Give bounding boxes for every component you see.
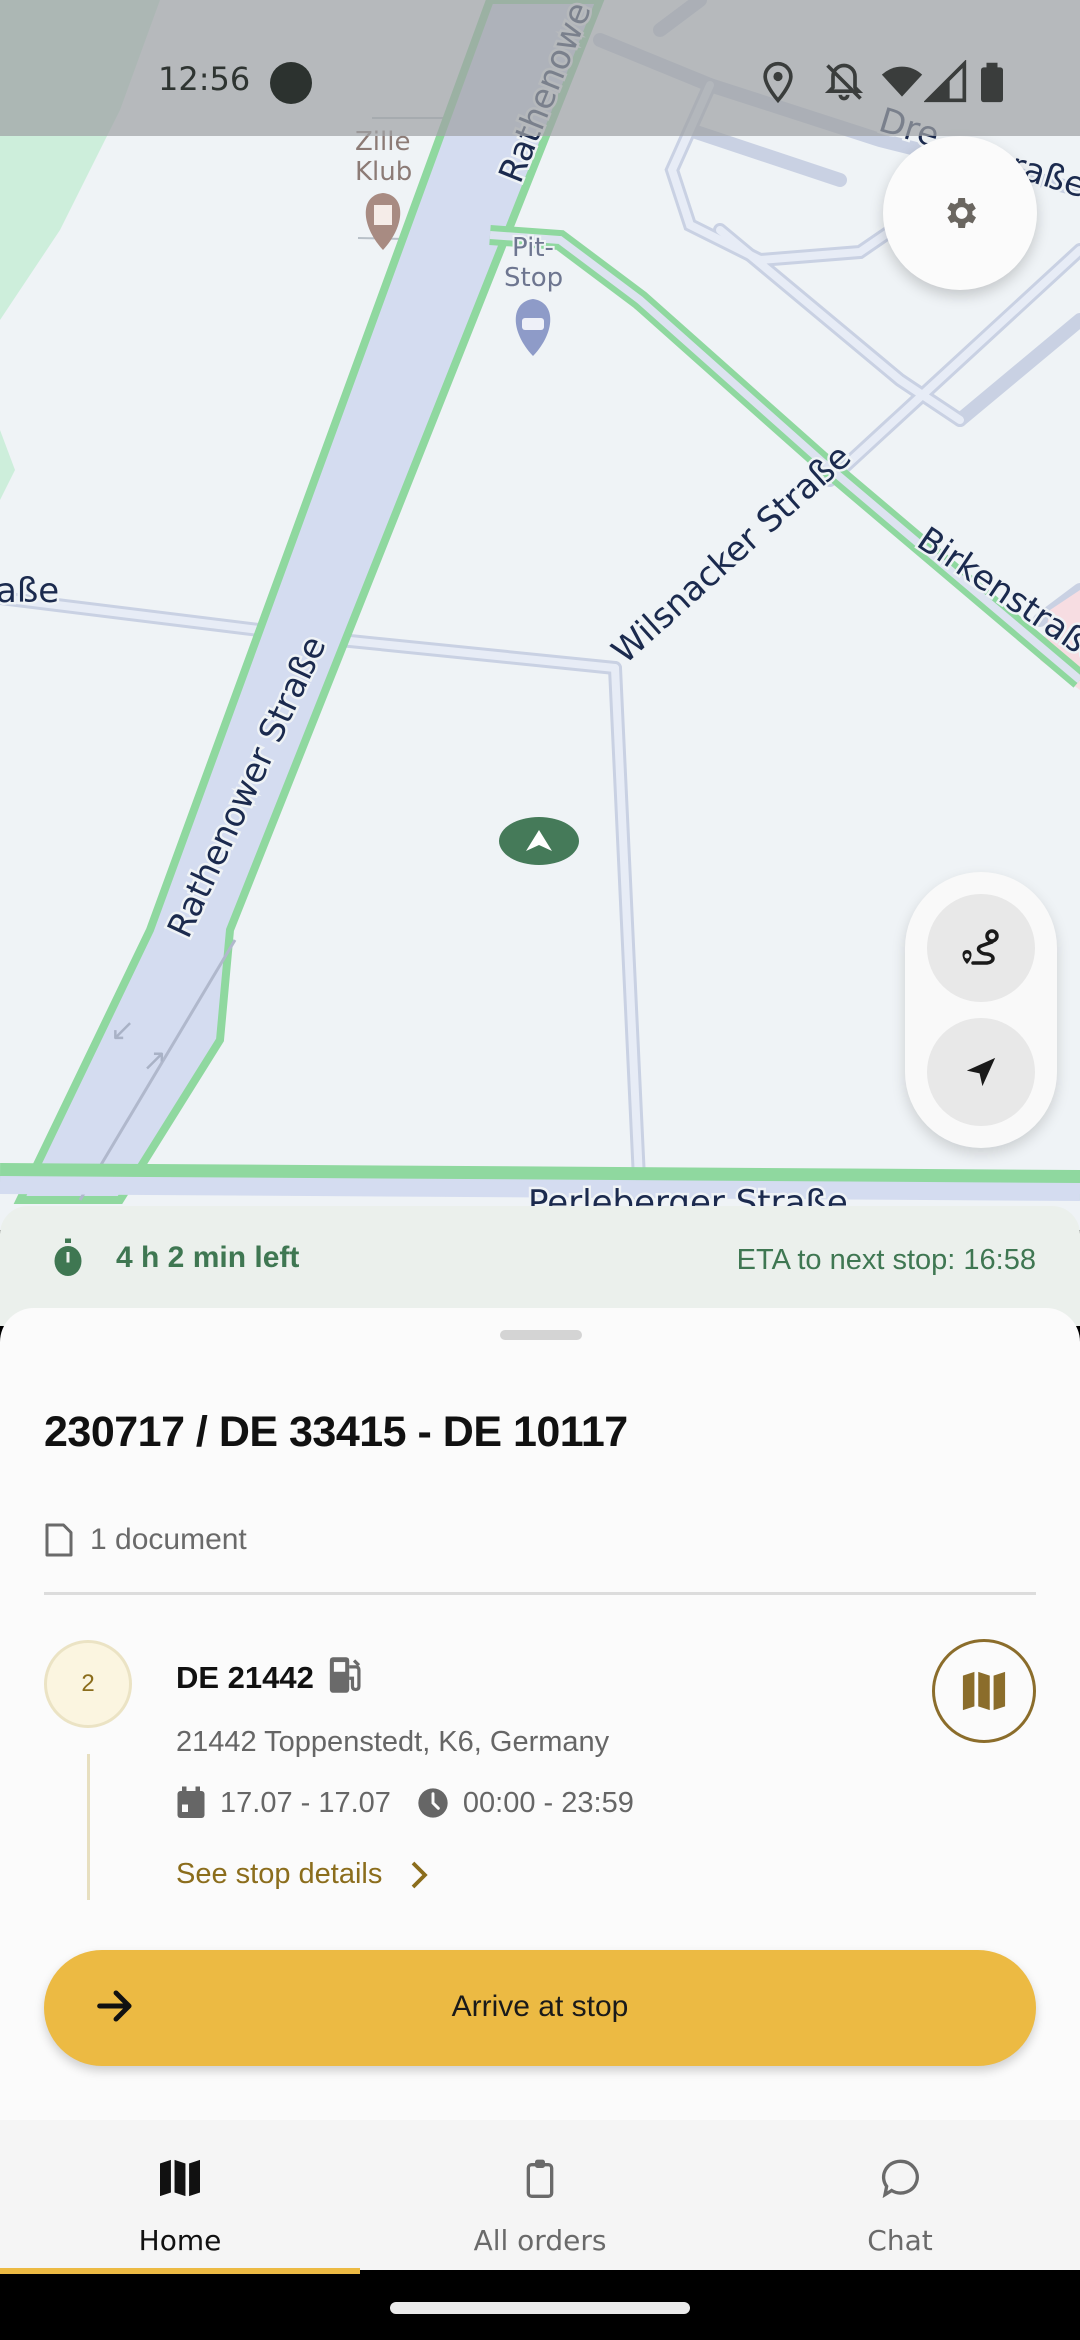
- open-in-map-button[interactable]: [932, 1639, 1036, 1743]
- chat-bubble-icon: [881, 2159, 919, 2198]
- see-stop-details-label: See stop details: [176, 1858, 383, 1890]
- home-gesture-bar[interactable]: [390, 2302, 690, 2314]
- document-icon: [45, 1523, 73, 1557]
- route-overview-button[interactable]: [927, 894, 1035, 1002]
- svg-text:Klub: Klub: [355, 157, 412, 187]
- map-icon: [962, 1671, 1006, 1711]
- eta-next-stop-label: ETA to next stop: 16:58: [736, 1244, 1036, 1276]
- chevron-right-icon: [412, 1861, 429, 1888]
- stop-time-window: 17.07 - 17.07 00:00 - 23:59: [176, 1786, 660, 1820]
- nav-tab-chat-label: Chat: [867, 2224, 933, 2257]
- stop-name: DE 21442: [176, 1660, 314, 1695]
- wifi-icon: [881, 66, 923, 97]
- status-bar: 12:56: [0, 0, 1080, 136]
- order-title: 230717 / DE 33415 - DE 10117: [44, 1408, 628, 1456]
- fuel-pump-icon: [329, 1657, 361, 1693]
- time-left-label: 4 h 2 min left: [116, 1241, 300, 1274]
- documents-label: 1 document: [90, 1523, 247, 1556]
- label-wilsnacker: Wilsnacker Straße: [604, 437, 859, 672]
- navigation-arrow-icon: [966, 1057, 996, 1087]
- documents-link[interactable]: 1 document: [44, 1522, 247, 1558]
- location-icon: [763, 61, 793, 104]
- arrive-at-stop-label: Arrive at stop: [451, 1990, 629, 2023]
- stop-date-range: 17.07 - 17.07: [220, 1786, 391, 1819]
- bottom-navigation: Home All orders Chat: [0, 2120, 1080, 2270]
- camera-cutout: [270, 62, 312, 104]
- stop-address: 21442 Toppenstedt, K6, Germany: [176, 1726, 610, 1758]
- stop-time-range: 00:00 - 23:59: [462, 1786, 634, 1819]
- battery-icon: [981, 62, 1003, 103]
- nav-tab-home-label: Home: [138, 2224, 222, 2257]
- order-bottom-sheet: 230717 / DE 33415 - DE 10117 1 document …: [0, 1308, 1080, 2120]
- birkenstrasse-road: [489, 225, 1080, 688]
- lane-arrow-up: ↗: [142, 1044, 167, 1077]
- map-view[interactable]: ↙ ↗ Rathenowe Rathenower Straße Wilsnack…: [0, 0, 1080, 1230]
- clock-icon: [418, 1788, 448, 1818]
- park-area-small: [0, 430, 15, 500]
- gear-icon: [947, 198, 976, 228]
- stop-timeline-line: [87, 1754, 90, 1900]
- divider: [44, 1592, 1036, 1595]
- svg-text:Pit-: Pit-: [512, 233, 554, 263]
- cell-signal-icon: [924, 60, 967, 103]
- map-icon: [160, 2159, 200, 2197]
- nav-tab-chat[interactable]: Chat: [720, 2120, 1080, 2270]
- svg-text:Stop: Stop: [504, 263, 563, 293]
- see-stop-details-link[interactable]: See stop details: [176, 1858, 429, 1891]
- settings-button[interactable]: [883, 136, 1037, 290]
- drag-handle[interactable]: [500, 1330, 582, 1340]
- nav-tab-home[interactable]: Home: [0, 2120, 360, 2270]
- label-left-partial: aße: [0, 571, 59, 611]
- nav-tab-all-orders[interactable]: All orders: [360, 2120, 720, 2270]
- poi-pit-stop[interactable]: Pit- Stop: [502, 231, 565, 356]
- notifications-off-icon: [824, 63, 864, 101]
- clipboard-icon: [526, 2159, 554, 2198]
- lane-arrow-down: ↙: [110, 1014, 135, 1047]
- heading-arrow-icon: [526, 830, 552, 851]
- route-icon: [962, 929, 999, 965]
- stop-number-badge: 2: [44, 1640, 132, 1728]
- map-controls: [905, 872, 1057, 1148]
- stopwatch-icon: [54, 1238, 82, 1276]
- nav-tab-all-orders-label: All orders: [473, 2224, 607, 2257]
- current-location-marker: [499, 817, 579, 865]
- arrive-at-stop-button[interactable]: Arrive at stop: [44, 1950, 1036, 2066]
- status-time: 12:56: [158, 60, 251, 98]
- recenter-button[interactable]: [927, 1018, 1035, 1126]
- calendar-icon: [177, 1786, 205, 1818]
